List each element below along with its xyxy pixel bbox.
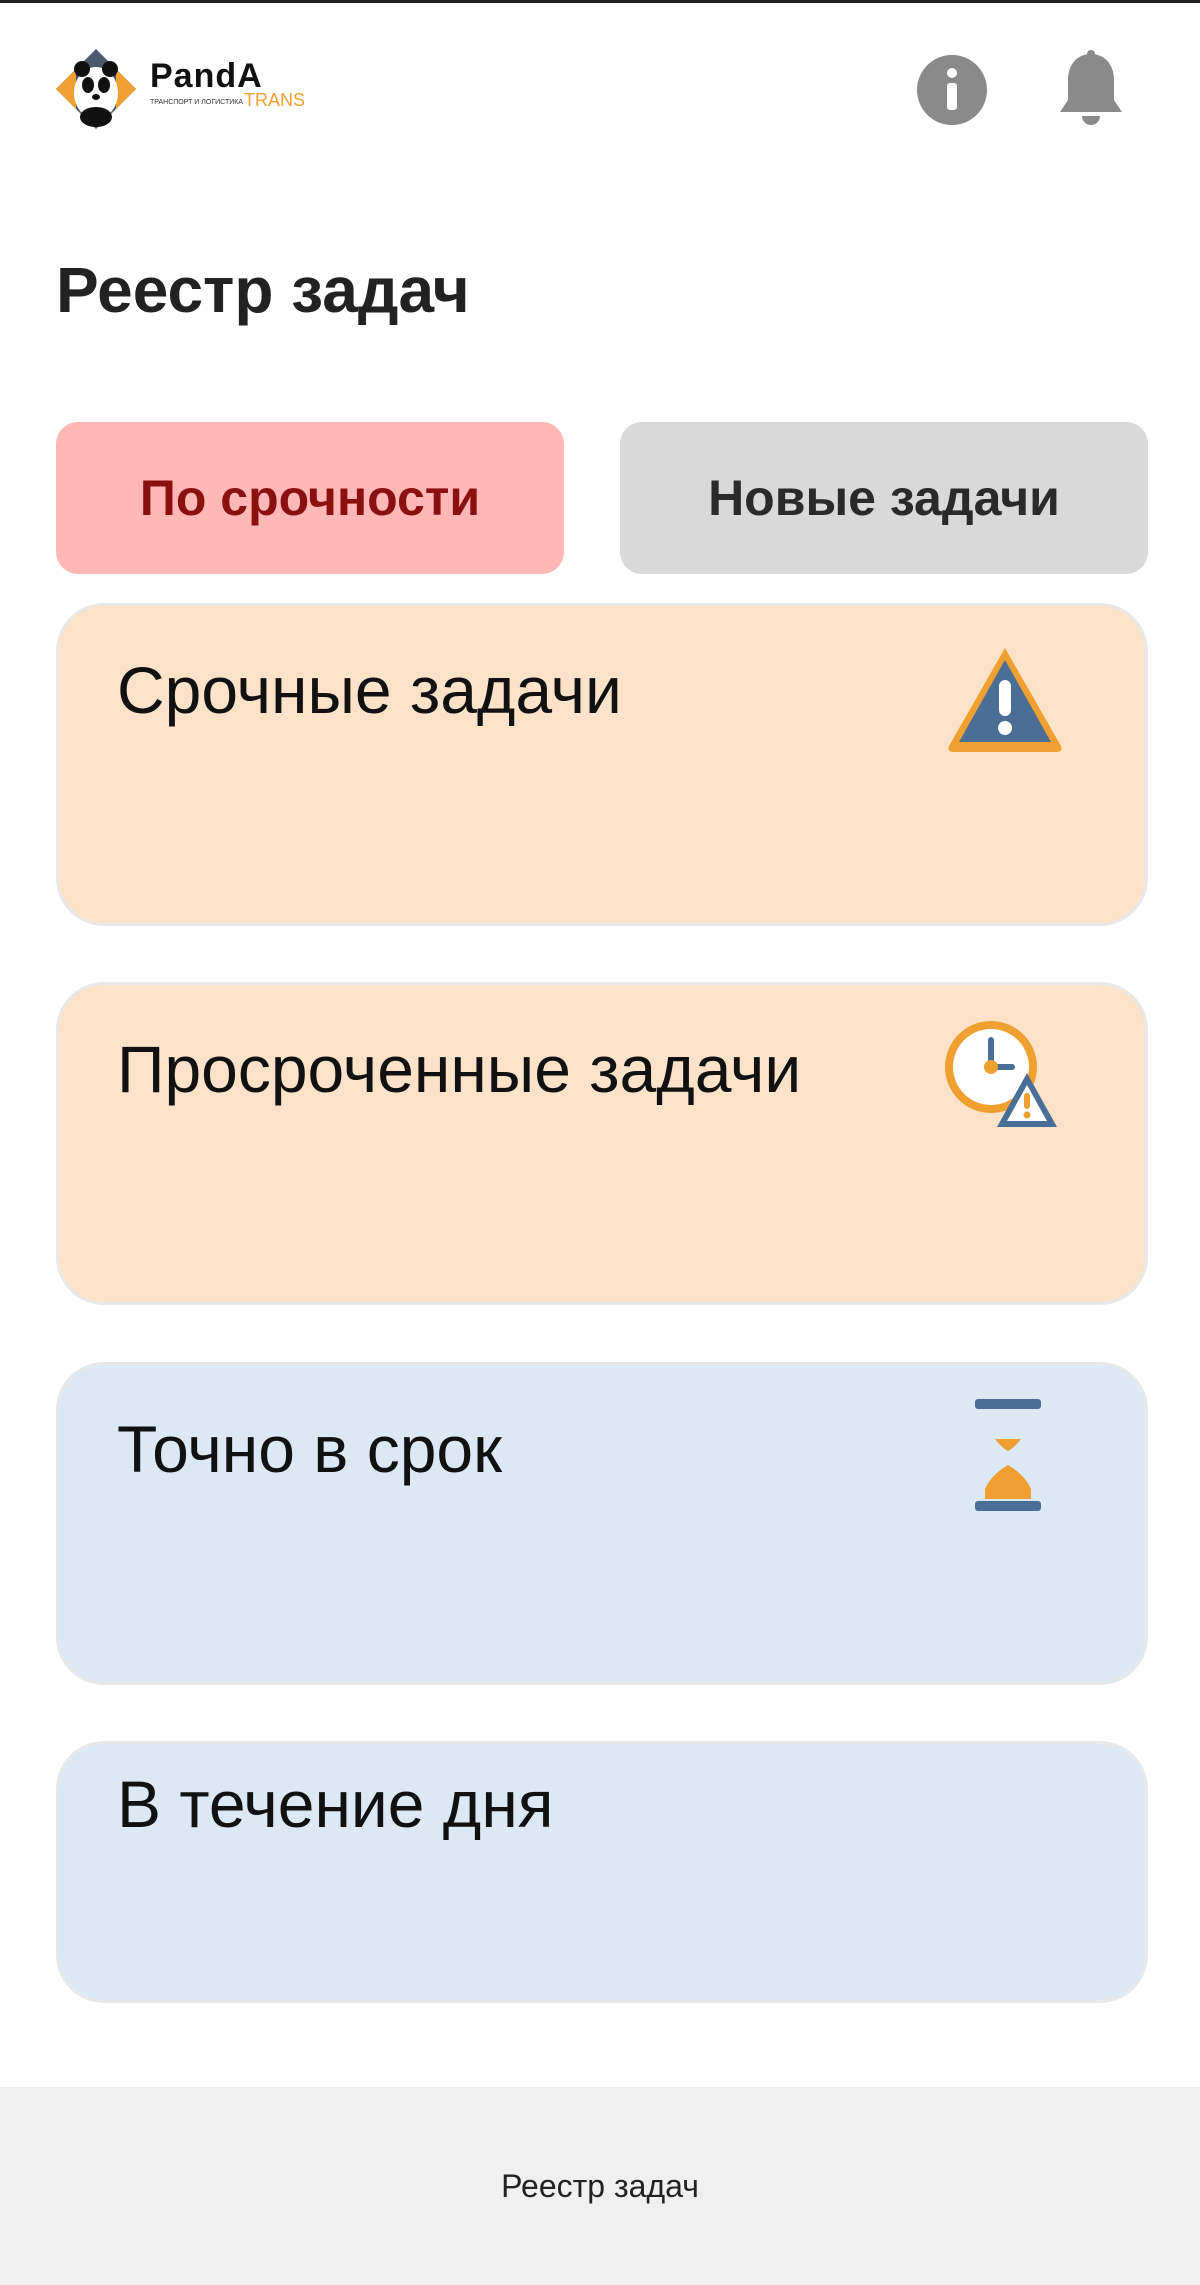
panda-logo-icon xyxy=(56,49,136,129)
tab-new-tasks[interactable]: Новые задачи xyxy=(620,422,1148,574)
tab-by-urgency[interactable]: По срочности xyxy=(56,422,564,574)
bell-icon xyxy=(1060,50,1122,125)
warning-icon xyxy=(948,648,1062,752)
company-logo: PandA ТРАНСПОРТ И ЛОГИСТИКА TRANS xyxy=(54,47,314,133)
card-urgent-tasks[interactable]: Срочные задачи xyxy=(56,603,1148,926)
card-on-time[interactable]: Точно в срок xyxy=(56,1362,1148,1685)
notifications-button[interactable] xyxy=(1054,50,1128,127)
card-overdue-tasks[interactable]: Просроченные задачи xyxy=(56,982,1148,1305)
card-during-day[interactable]: В течение дня xyxy=(56,1741,1148,2003)
page-title: Реестр задач xyxy=(56,254,470,326)
info-button[interactable] xyxy=(915,53,989,127)
logo-wordmark: PandA xyxy=(150,57,263,95)
card-title: Точно в срок xyxy=(117,1412,502,1486)
logo-trans: TRANS xyxy=(244,90,306,110)
info-icon xyxy=(917,55,987,125)
bottom-nav: Реестр задач xyxy=(0,2087,1200,2285)
app-frame: PandA ТРАНСПОРТ И ЛОГИСТИКА TRANS Реестр… xyxy=(0,0,1200,2285)
logo-subtitle: ТРАНСПОРТ И ЛОГИСТИКА xyxy=(150,99,244,106)
clock-warning-icon xyxy=(945,1021,1057,1127)
app-header: PandA ТРАНСПОРТ И ЛОГИСТИКА TRANS xyxy=(0,3,1200,163)
card-title: В течение дня xyxy=(117,1767,554,1841)
hourglass-icon xyxy=(975,1399,1041,1511)
nav-item-task-registry[interactable]: Реестр задач xyxy=(0,2087,1200,2285)
card-title: Срочные задачи xyxy=(117,653,622,727)
card-title: Просроченные задачи xyxy=(117,1032,802,1106)
